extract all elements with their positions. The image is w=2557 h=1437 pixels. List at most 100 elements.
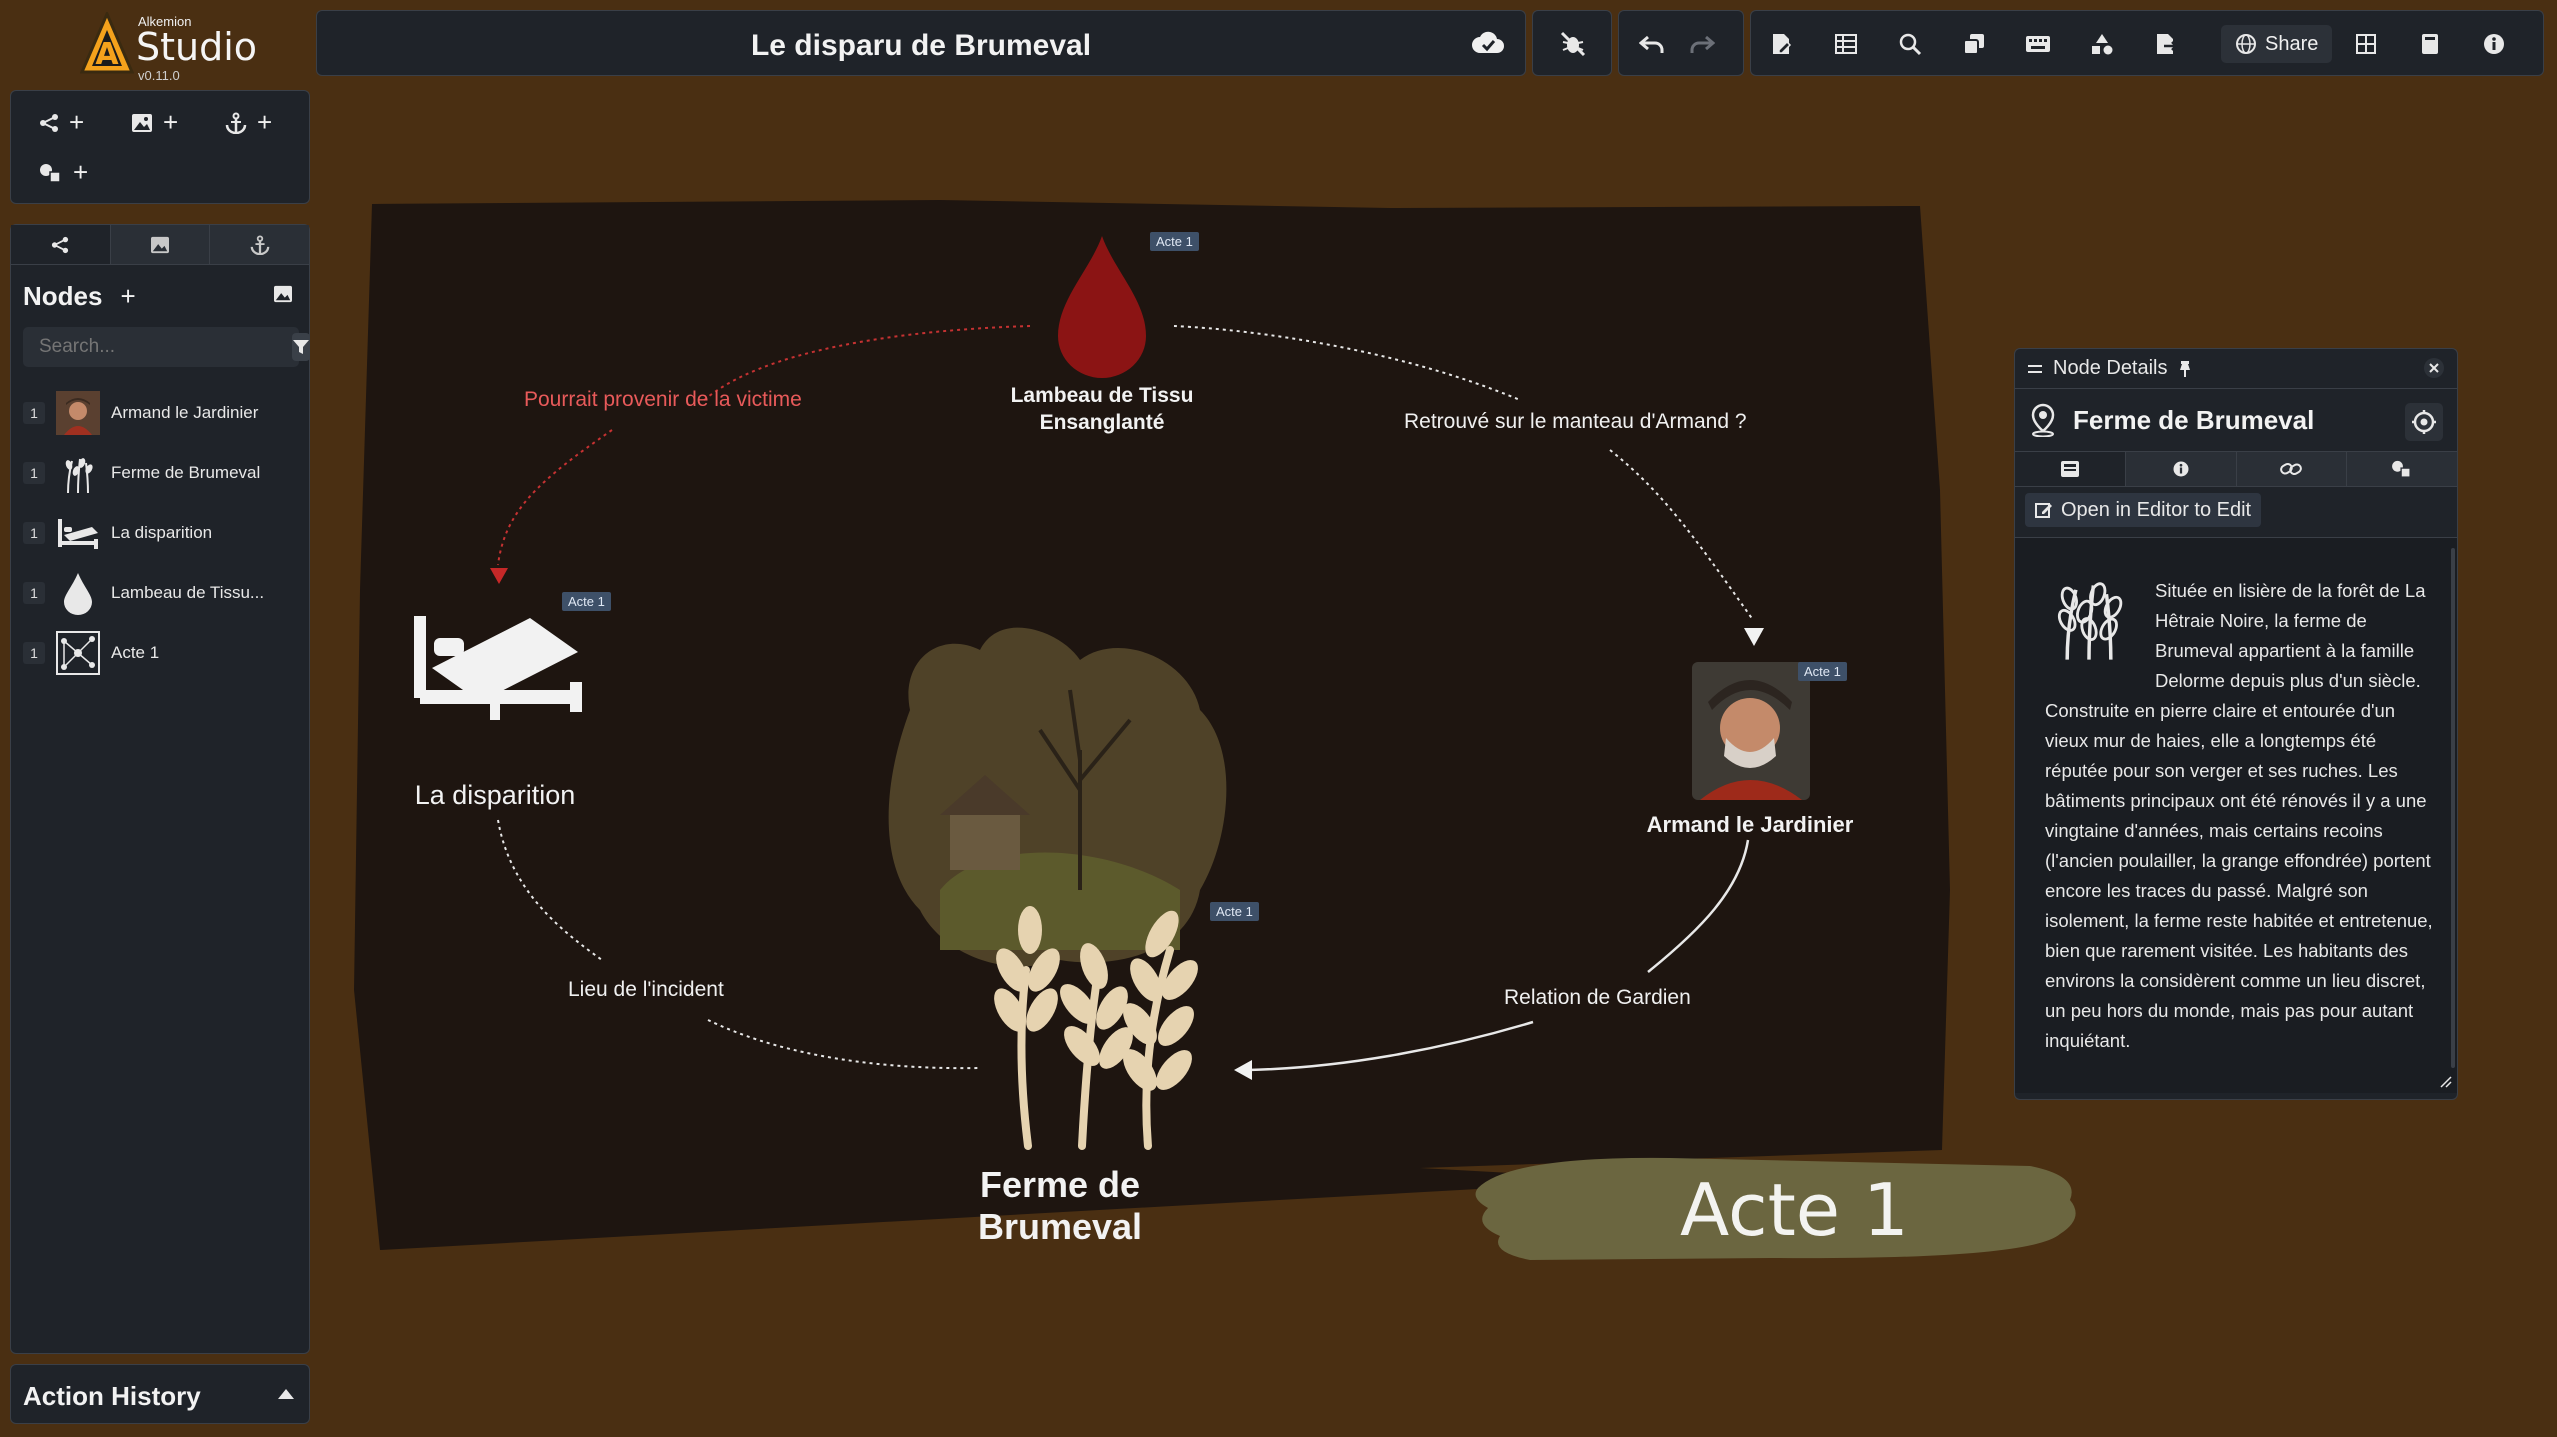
tab-nodes[interactable]: [11, 225, 111, 264]
share-nodes-icon: [40, 113, 58, 132]
add-node-plus-button[interactable]: +: [120, 281, 135, 312]
chevron-up-icon[interactable]: [277, 1387, 295, 1405]
share-button[interactable]: Share: [2221, 25, 2333, 63]
tab-images[interactable]: [110, 225, 211, 264]
search-icon[interactable]: [1887, 21, 1933, 67]
node-count: 1: [23, 522, 45, 544]
resize-handle-icon[interactable]: [2439, 1075, 2453, 1089]
node-label-ferme[interactable]: Ferme de Brumeval: [910, 1164, 1210, 1248]
node-label: Acte 1: [111, 643, 160, 662]
details-title-label: Ferme de Brumeval: [2073, 404, 2315, 435]
add-image-button[interactable]: +: [131, 107, 178, 138]
drag-handle-icon[interactable]: [2027, 363, 2043, 375]
grid-layout-icon[interactable]: [2343, 21, 2389, 67]
add-anchor-button[interactable]: +: [225, 107, 272, 138]
node-label-lambeau[interactable]: Lambeau de Tissu Ensanglanté: [982, 382, 1222, 436]
nodes-title: Nodes: [23, 281, 103, 311]
export-icon[interactable]: [2143, 21, 2189, 67]
target-icon[interactable]: [2405, 403, 2443, 441]
details-tabs: [2015, 451, 2457, 487]
wheat-icon: [55, 450, 101, 496]
shapes-icon: [40, 163, 61, 183]
tab-shapes[interactable]: [2347, 452, 2457, 486]
close-icon[interactable]: [2423, 357, 2445, 384]
edge-label-retrouve[interactable]: Retrouvé sur le manteau d'Armand ?: [1404, 410, 1747, 434]
pin-icon[interactable]: [2178, 360, 2192, 378]
plus-icon: +: [257, 107, 273, 137]
add-node-button[interactable]: +: [39, 107, 84, 138]
list-item[interactable]: 1 La disparition: [23, 503, 303, 563]
globe-icon: [2236, 34, 2256, 54]
edge-label-pourrait[interactable]: Pourrait provenir de la victime: [524, 388, 802, 412]
location-pin-icon: [2031, 403, 2055, 437]
tab-overview[interactable]: [2015, 452, 2126, 486]
portrait-icon: [55, 390, 101, 436]
node-badge-ferme: Acte 1: [1210, 902, 1259, 921]
node-label-armand[interactable]: Armand le Jardinier: [1630, 812, 1870, 838]
edge-label-lieu[interactable]: Lieu de l'incident: [568, 978, 724, 1002]
node-details-panel: Node Details Ferme de Brumeval Open in E…: [2014, 348, 2458, 1100]
edit-icon: [2035, 503, 2052, 518]
tab-info[interactable]: [2125, 452, 2237, 486]
node-label-disparition[interactable]: La disparition: [370, 780, 620, 811]
nodes-heading: Nodes +: [23, 281, 136, 312]
redo-icon[interactable]: [1679, 21, 1725, 67]
graph-icon: [55, 630, 101, 676]
image-icon: [132, 113, 152, 132]
bug-off-icon[interactable]: [1550, 21, 1596, 67]
open-editor-label: Open in Editor to Edit: [2061, 498, 2252, 521]
node-count: 1: [23, 582, 45, 604]
action-history-label: Action History: [23, 1381, 201, 1411]
canvas-drawing: [354, 200, 1950, 1250]
details-header[interactable]: Node Details: [2015, 349, 2457, 389]
debug-toolbar: [1532, 10, 1612, 76]
cloud-save-icon[interactable]: [1471, 27, 1505, 62]
anchor-icon: [250, 234, 269, 255]
node-label: Ferme de Brumeval: [111, 463, 261, 482]
edge-label-relation[interactable]: Relation de Gardien: [1504, 986, 1691, 1010]
list-item[interactable]: 1 Ferme de Brumeval: [23, 443, 303, 503]
info-icon: [2173, 461, 2189, 477]
app-version: v0.11.0: [138, 68, 180, 83]
title-bar: Le disparu de Brumeval: [316, 10, 1526, 76]
node-count: 1: [23, 402, 45, 424]
graph-canvas[interactable]: Acte 1 Acte 1 Acte 1 Acte 1 Lambeau de T…: [340, 190, 1960, 1270]
app-logo: A Alkemion Studio v0.11.0: [80, 10, 280, 83]
details-header-label: Node Details: [2053, 357, 2168, 379]
node-label: Armand le Jardinier: [111, 403, 259, 422]
plus-icon: +: [163, 107, 179, 137]
tab-links[interactable]: [2236, 452, 2348, 486]
svg-text:A: A: [95, 37, 119, 72]
tab-anchors[interactable]: [210, 225, 310, 264]
list-item[interactable]: 1 Acte 1: [23, 623, 303, 683]
filter-icon[interactable]: [292, 333, 310, 361]
card-icon: [2060, 461, 2079, 477]
undo-icon[interactable]: [1629, 21, 1675, 67]
open-in-editor-button[interactable]: Open in Editor to Edit: [2025, 493, 2262, 527]
list-item[interactable]: 1 Lambeau de Tissu...: [23, 563, 303, 623]
details-scrollbar[interactable]: [2451, 548, 2455, 1068]
main-toolbar: Share: [1750, 10, 2544, 76]
node-count: 1: [23, 642, 45, 664]
info-icon[interactable]: [2471, 21, 2517, 67]
image-view-icon[interactable]: [273, 285, 293, 308]
keyboard-icon[interactable]: [2015, 21, 2061, 67]
action-history-panel[interactable]: Action History: [10, 1364, 310, 1424]
edit-document-icon[interactable]: [1759, 21, 1805, 67]
alkemion-logo-icon: A: [80, 12, 134, 74]
add-panel: + + + +: [10, 90, 310, 204]
copy-icon[interactable]: [1951, 21, 1997, 67]
node-label: La disparition: [111, 523, 213, 542]
node-badge-lambeau: Acte 1: [1150, 232, 1199, 251]
node-label-lambeau-line2: Ensanglanté: [1039, 411, 1165, 434]
acte-banner[interactable]: Acte 1: [1470, 1148, 2090, 1268]
armand-portrait: [1692, 662, 1810, 800]
search-input[interactable]: [39, 336, 284, 358]
bed-icon: [55, 510, 101, 556]
shapes-icon[interactable]: [2079, 21, 2125, 67]
table-icon[interactable]: [1823, 21, 1869, 67]
book-icon[interactable]: [2407, 21, 2453, 67]
node-description: Située en lisière de la forêt de La Hêtr…: [2045, 580, 2433, 1051]
add-shapes-button[interactable]: +: [39, 157, 88, 188]
list-item[interactable]: 1 Armand le Jardinier: [23, 383, 303, 443]
